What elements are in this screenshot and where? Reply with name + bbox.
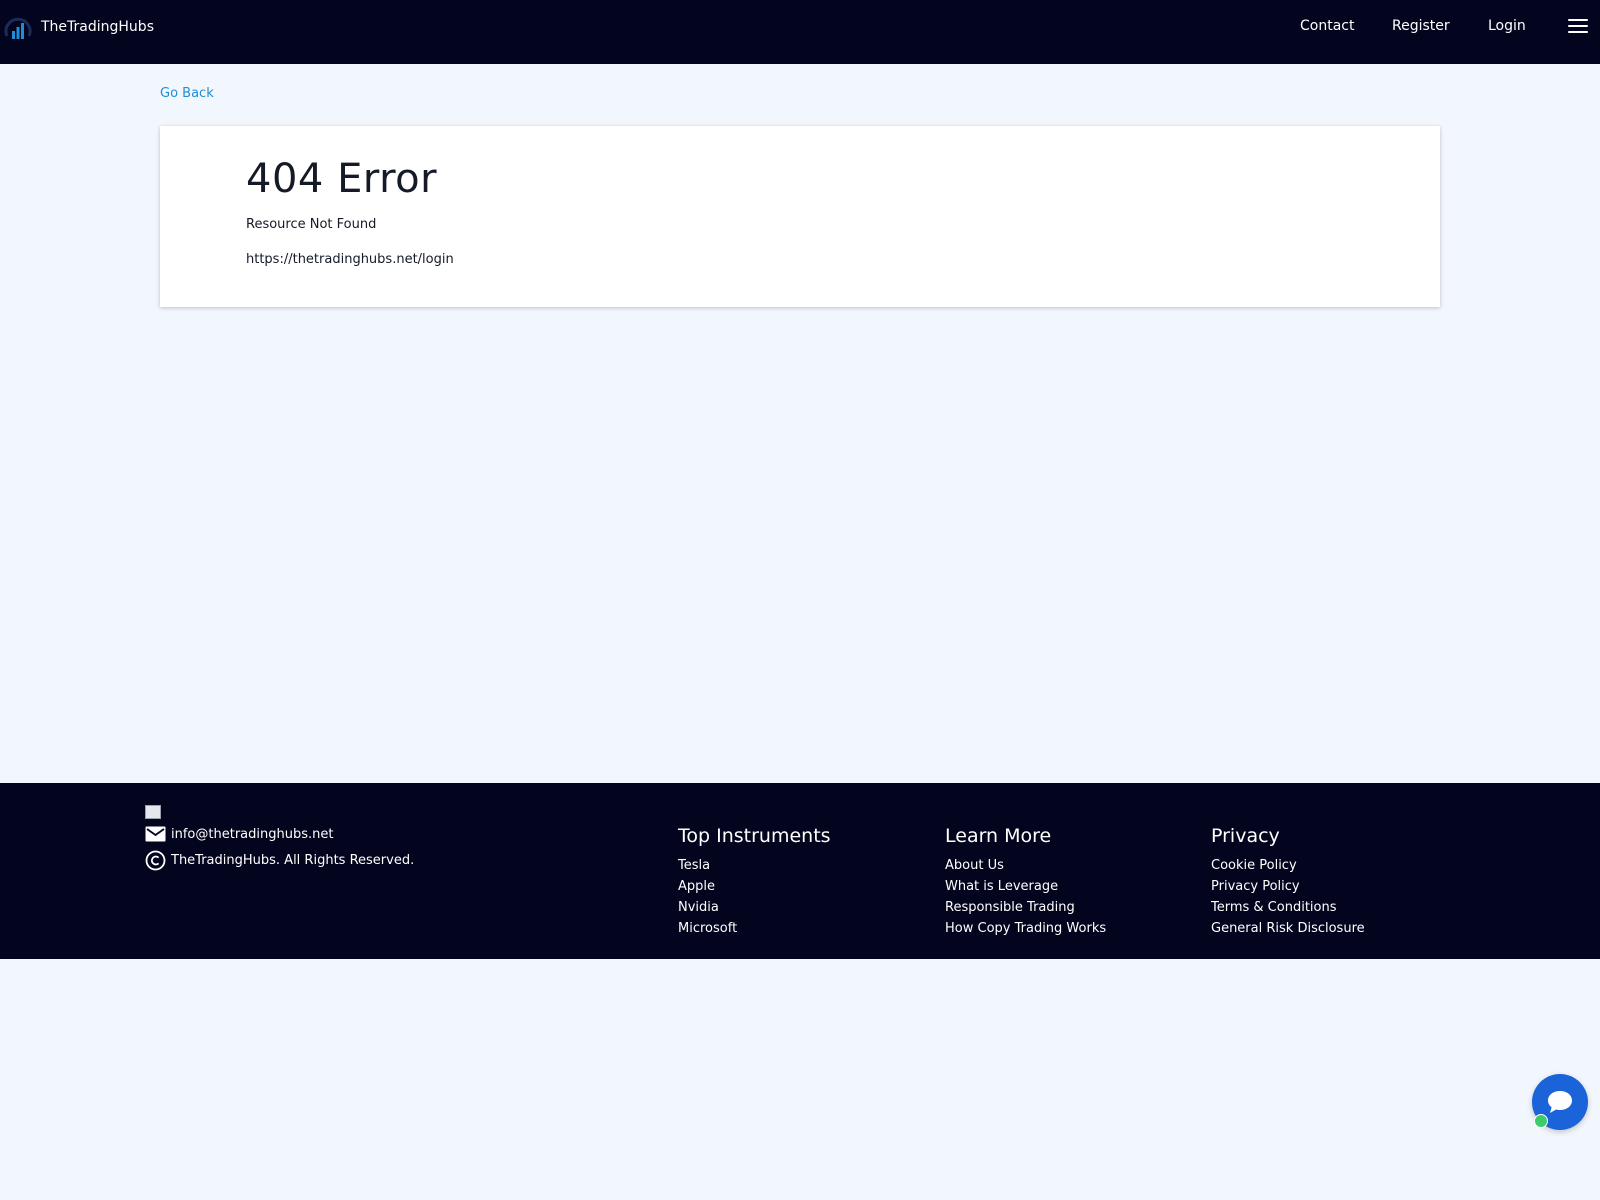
go-back-link[interactable]: Go Back [160, 86, 214, 101]
footer-column-top-instruments: Top Instruments Tesla Apple Nvidia Micro… [678, 825, 831, 939]
footer-column-privacy: Privacy Cookie Policy Privacy Policy Ter… [1211, 825, 1365, 939]
footer-heading-top-instruments: Top Instruments [678, 825, 831, 847]
footer-heading-privacy: Privacy [1211, 825, 1280, 847]
top-navbar: TheTradingHubs Contact Register Login [0, 0, 1600, 64]
footer: info@thetradinghubs.net TheTradingHubs. … [0, 783, 1600, 959]
footer-link-responsible-trading[interactable]: Responsible Trading [945, 897, 1106, 918]
brand-name: TheTradingHubs [41, 19, 154, 35]
error-card: 404 Error Resource Not Found https://the… [160, 126, 1440, 307]
footer-logo-image [145, 805, 161, 819]
footer-link-cookie-policy[interactable]: Cookie Policy [1211, 855, 1365, 876]
nav-register-link[interactable]: Register [1392, 18, 1450, 34]
footer-link-what-is-leverage[interactable]: What is Leverage [945, 876, 1106, 897]
footer-email-row: info@thetradinghubs.net [145, 826, 333, 842]
footer-link-terms-conditions[interactable]: Terms & Conditions [1211, 897, 1365, 918]
hamburger-menu-icon[interactable] [1568, 19, 1588, 35]
footer-email[interactable]: info@thetradinghubs.net [171, 827, 333, 842]
footer-link-privacy-policy[interactable]: Privacy Policy [1211, 876, 1365, 897]
brand[interactable]: TheTradingHubs [3, 11, 154, 43]
footer-link-nvidia[interactable]: Nvidia [678, 897, 831, 918]
footer-link-microsoft[interactable]: Microsoft [678, 918, 831, 939]
footer-column-learn-more: Learn More About Us What is Leverage Res… [945, 825, 1106, 939]
bar-chart-logo-icon [4, 17, 32, 39]
nav-contact-link[interactable]: Contact [1300, 18, 1354, 34]
mail-icon [145, 826, 166, 842]
error-title: 404 Error [246, 156, 438, 202]
nav-login-link[interactable]: Login [1488, 18, 1526, 34]
footer-link-general-risk-disclosure[interactable]: General Risk Disclosure [1211, 918, 1365, 939]
footer-link-how-copy-trading-works[interactable]: How Copy Trading Works [945, 918, 1106, 939]
footer-heading-learn-more: Learn More [945, 825, 1052, 847]
chat-bubble-icon [1548, 1091, 1572, 1113]
footer-copyright: TheTradingHubs. All Rights Reserved. [171, 853, 415, 868]
error-subtitle: Resource Not Found [246, 217, 377, 232]
online-status-dot [1534, 1114, 1548, 1128]
footer-link-about-us[interactable]: About Us [945, 855, 1106, 876]
error-url: https://thetradinghubs.net/login [246, 252, 454, 267]
footer-link-tesla[interactable]: Tesla [678, 855, 831, 876]
footer-link-apple[interactable]: Apple [678, 876, 831, 897]
copyright-icon [145, 850, 166, 871]
footer-copyright-row: TheTradingHubs. All Rights Reserved. [145, 850, 414, 871]
